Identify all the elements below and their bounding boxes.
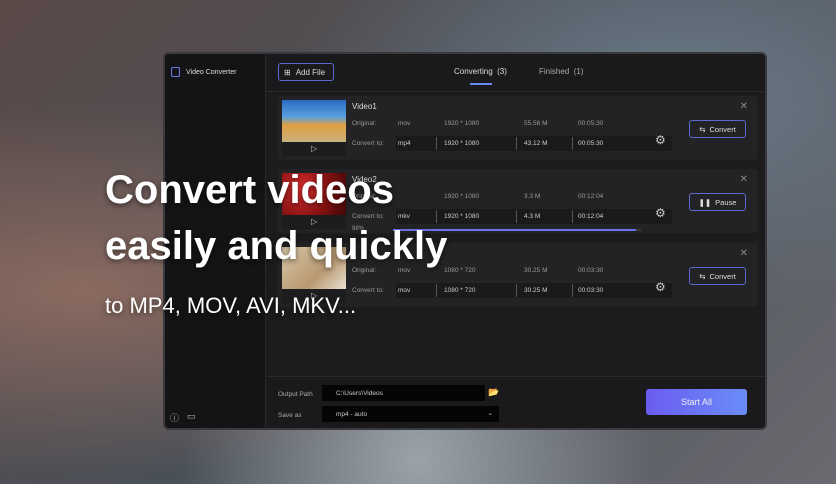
save-as-select[interactable]: mp4 - auto ⌄: [322, 406, 499, 422]
feedback-icon[interactable]: ▭: [187, 411, 196, 424]
target-duration: 00:03:30: [578, 286, 604, 294]
add-file-icon: ⊞: [284, 67, 291, 77]
tab-finished[interactable]: Finished (1): [539, 67, 583, 76]
folder-icon[interactable]: 📂: [488, 387, 499, 398]
tab-count: (3): [497, 67, 507, 76]
convert-to-label: Convert to:: [352, 286, 384, 294]
target-resolution[interactable]: 1920 * 1080: [444, 140, 479, 147]
close-icon[interactable]: ✕: [740, 174, 748, 185]
original-resolution: 1920 * 1080: [444, 192, 480, 200]
start-all-label: Start All: [680, 397, 712, 407]
app-title: Video Converter: [186, 68, 237, 76]
original-resolution: 1080 * 720: [444, 266, 476, 274]
target-format[interactable]: mp4: [398, 140, 411, 147]
original-label: Original:: [352, 119, 377, 127]
convert-button[interactable]: ⇆ Convert: [689, 267, 746, 285]
target-size: 43.12 M: [524, 139, 548, 147]
original-duration: 00:05:30: [578, 119, 604, 127]
target-size: 30.25 M: [524, 286, 548, 294]
app-icon: [171, 67, 180, 77]
video-thumbnail[interactable]: ▷: [282, 100, 346, 156]
close-icon[interactable]: ✕: [740, 248, 748, 259]
convert-button[interactable]: ⇆ Convert: [689, 120, 746, 138]
tab-converting[interactable]: Converting (3): [454, 67, 507, 76]
tab-label: Converting: [454, 67, 493, 76]
target-duration: 00:12:04: [578, 212, 604, 220]
info-icon[interactable]: ⓘ: [170, 411, 179, 424]
tab-label: Finished: [539, 67, 570, 76]
original-size: 3.3 M: [524, 192, 541, 200]
swap-icon: ⇆: [699, 271, 706, 281]
target-format[interactable]: mkv: [398, 213, 410, 220]
swap-icon: ⇆: [699, 124, 706, 134]
target-resolution[interactable]: 1920 * 1080: [444, 213, 479, 220]
original-duration: 00:03:30: [578, 266, 604, 274]
chevron-down-icon: ⌄: [487, 410, 493, 417]
active-tab-indicator: [470, 83, 492, 85]
button-label: Pause: [715, 197, 737, 207]
headline-line-1: Convert videos: [105, 168, 394, 212]
target-size: 4.3 M: [524, 212, 541, 220]
button-label: Convert: [709, 124, 736, 134]
save-as-label: Save as: [278, 412, 302, 419]
output-path-input[interactable]: C:\Users\Videos: [322, 385, 485, 401]
save-as-value: mp4 - auto: [336, 411, 368, 418]
convert-to-label: Convert to:: [352, 139, 384, 147]
original-resolution: 1920 * 1080: [444, 119, 480, 127]
original-duration: 00:12:04: [578, 192, 604, 200]
output-path-label: Output Path: [278, 391, 313, 398]
output-path-value: C:\Users\Videos: [336, 390, 383, 397]
header: ⊞ Add File Converting (3) Finished (1): [266, 54, 765, 92]
original-format: mov: [398, 119, 411, 127]
subheadline: to MP4, MOV, AVI, MKV...: [105, 293, 357, 318]
gear-icon[interactable]: ⚙: [655, 280, 666, 294]
gear-icon[interactable]: ⚙: [655, 133, 666, 147]
target-duration: 00:05:30: [578, 139, 604, 147]
add-file-button[interactable]: ⊞ Add File: [278, 63, 334, 81]
target-resolution[interactable]: 1080 * 720: [444, 287, 475, 294]
headline-line-2: easily and quickly: [105, 224, 448, 268]
target-format[interactable]: mov: [398, 287, 410, 294]
start-all-button[interactable]: Start All: [646, 389, 747, 415]
app-logo: Video Converter: [171, 67, 236, 77]
original-size: 30.25 M: [524, 266, 548, 274]
pause-button[interactable]: ❚❚ Pause: [689, 193, 746, 211]
close-icon[interactable]: ✕: [740, 101, 748, 112]
pause-icon: ❚❚: [698, 197, 712, 207]
tab-count: (1): [573, 67, 584, 76]
gear-icon[interactable]: ⚙: [655, 206, 666, 220]
play-icon[interactable]: ▷: [311, 144, 317, 153]
video-name: Video1: [352, 102, 377, 111]
original-size: 55.56 M: [524, 119, 548, 127]
convert-to-label: Convert to:: [352, 212, 384, 220]
add-file-label: Add File: [295, 67, 326, 77]
footer: Output Path C:\Users\Videos 📂 Save as mp…: [266, 376, 765, 428]
video-item: ▷ Video1 Original: mov 1920 * 1080 55.56…: [278, 96, 758, 160]
button-label: Convert: [709, 271, 736, 281]
